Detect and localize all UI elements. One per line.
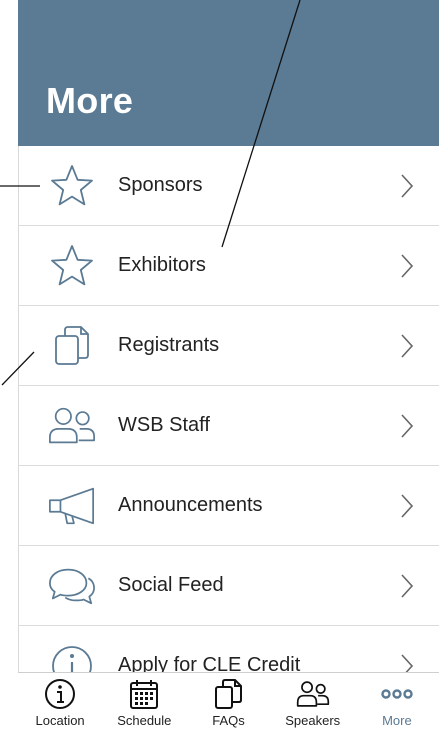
tab-label: More xyxy=(382,713,412,728)
tab-more[interactable]: More xyxy=(355,673,439,732)
chevron-right-icon xyxy=(401,173,414,198)
more-dots-icon xyxy=(380,677,414,711)
more-menu: Sponsors Exhibitors Registrants WSB Staf… xyxy=(18,146,439,706)
app-screen: More Sponsors Exhibitors Registrants WSB… xyxy=(18,0,439,732)
page-header: More xyxy=(18,0,439,146)
star-icon xyxy=(47,161,97,211)
menu-item-exhibitors[interactable]: Exhibitors xyxy=(19,226,439,306)
menu-item-registrants[interactable]: Registrants xyxy=(19,306,439,386)
chevron-right-icon xyxy=(401,253,414,278)
tab-schedule[interactable]: Schedule xyxy=(102,673,186,732)
documents-icon xyxy=(47,321,97,371)
chat-bubbles-icon xyxy=(47,561,97,611)
bottom-tab-bar: Location Schedule FAQs Speakers More xyxy=(18,672,439,732)
menu-item-sponsors[interactable]: Sponsors xyxy=(19,146,439,226)
people-icon xyxy=(47,401,97,451)
documents-icon xyxy=(212,677,246,711)
chevron-right-icon xyxy=(401,333,414,358)
menu-item-label: Registrants xyxy=(118,334,220,356)
star-icon xyxy=(47,241,97,291)
megaphone-icon xyxy=(47,481,97,531)
tab-faqs[interactable]: FAQs xyxy=(186,673,270,732)
menu-item-wsb-staff[interactable]: WSB Staff xyxy=(19,386,439,466)
tab-location[interactable]: Location xyxy=(18,673,102,732)
chevron-right-icon xyxy=(401,413,414,438)
people-icon xyxy=(296,677,330,711)
page-title: More xyxy=(46,80,134,121)
tab-label: Speakers xyxy=(285,713,341,728)
menu-item-label: Announcements xyxy=(118,494,263,516)
chevron-right-icon xyxy=(401,573,414,598)
menu-item-label: WSB Staff xyxy=(118,414,210,436)
menu-item-label: Social Feed xyxy=(118,574,224,596)
info-icon xyxy=(43,677,77,711)
tab-label: Schedule xyxy=(117,713,172,728)
menu-item-social-feed[interactable]: Social Feed xyxy=(19,546,439,626)
tab-speakers[interactable]: Speakers xyxy=(271,673,355,732)
calendar-icon xyxy=(127,677,161,711)
menu-item-announcements[interactable]: Announcements xyxy=(19,466,439,546)
chevron-right-icon xyxy=(401,493,414,518)
tab-label: Location xyxy=(35,713,85,728)
menu-item-label: Sponsors xyxy=(118,174,203,196)
menu-item-label: Exhibitors xyxy=(118,254,206,276)
tab-label: FAQs xyxy=(212,713,245,728)
